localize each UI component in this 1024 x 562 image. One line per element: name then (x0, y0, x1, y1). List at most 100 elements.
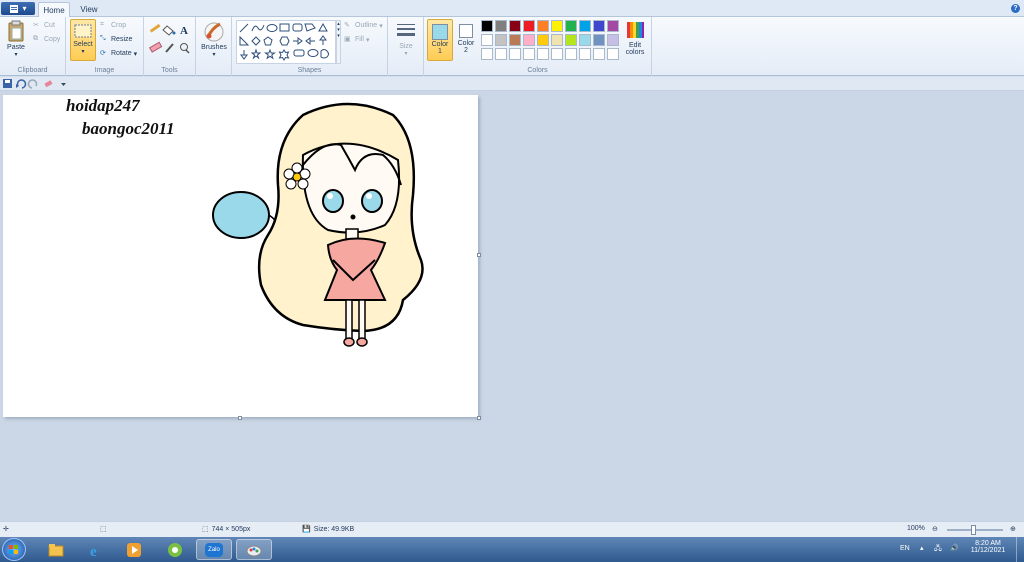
resize-button[interactable]: ⤡ Resize (100, 35, 132, 44)
ribbon-tabs: ▾ Home View ? (0, 0, 1024, 17)
palette-swatch[interactable] (565, 20, 577, 32)
outline-button[interactable]: ✎ Outline ▾ (344, 21, 383, 30)
system-tray: EN ▴ 🖧 🔊 8:20 AM 11/12/2021 (896, 537, 1024, 562)
pencil-icon[interactable] (149, 23, 161, 33)
color1-button[interactable]: Color 1 (427, 19, 453, 61)
palette-swatch[interactable] (495, 20, 507, 32)
paste-button[interactable]: Paste ▾ (4, 20, 28, 58)
oval-shape-icon (266, 24, 278, 32)
fill-bucket-icon[interactable] (162, 25, 176, 36)
scissors-icon: ✂ (33, 22, 39, 29)
resize-handle-bottom[interactable] (238, 416, 242, 420)
select-button[interactable]: Select ▾ (70, 19, 96, 61)
resize-handle-right[interactable] (477, 253, 481, 257)
zoom-in-icon[interactable]: ⊕ (1010, 525, 1016, 533)
tab-view[interactable]: View (74, 2, 104, 17)
copy-button[interactable]: ⧉ Copy (33, 35, 60, 44)
taskbar-paint[interactable] (236, 539, 272, 560)
palette-swatch[interactable] (593, 48, 605, 60)
language-indicator[interactable]: EN (900, 545, 910, 552)
palette-swatch[interactable] (523, 48, 535, 60)
group-shapes: ▴ ▾ ▾ ✎ Outline ▾ ▣ Fill ▾ Shapes (232, 17, 388, 76)
edit-colors-label-2: colors (625, 49, 645, 56)
palette-swatch[interactable] (495, 34, 507, 46)
paint-menu-button[interactable]: ▾ (1, 2, 35, 15)
cut-button[interactable]: ✂ Cut (33, 21, 55, 30)
drawing-canvas[interactable]: hoidap247 baongoc2011 (3, 95, 478, 417)
palette-swatch[interactable] (551, 34, 563, 46)
zoom-slider-thumb[interactable] (971, 525, 976, 535)
palette-swatch[interactable] (537, 34, 549, 46)
copy-icon: ⧉ (33, 35, 38, 42)
brushes-button[interactable]: Brushes ▾ (199, 20, 229, 58)
clipboard-icon (8, 20, 24, 42)
taskbar-ie[interactable]: e (78, 539, 114, 560)
palette-swatch[interactable] (537, 20, 549, 32)
palette-swatch[interactable] (481, 48, 493, 60)
palette-swatch[interactable] (579, 48, 591, 60)
volume-icon[interactable]: 🔊 (950, 544, 959, 552)
cursor-position-icon: ✛ (3, 526, 9, 533)
curve-shape-icon (251, 24, 265, 32)
palette-swatch[interactable] (551, 48, 563, 60)
eraser-icon[interactable] (148, 41, 163, 53)
start-button[interactable] (2, 538, 26, 561)
chevron-down-icon: ▾ (365, 36, 370, 44)
palette-swatch[interactable] (551, 20, 563, 32)
redo-icon[interactable] (27, 79, 38, 89)
rotate-button[interactable]: ⟳ Rotate ▾ (100, 49, 137, 58)
zalo-icon: Zalo (205, 542, 223, 557)
crop-button[interactable]: ⌗ Crop (100, 21, 126, 30)
palette-swatch[interactable] (509, 20, 521, 32)
four-point-star-shape-icon (250, 48, 262, 60)
fill-button[interactable]: ▣ Fill ▾ (344, 35, 369, 44)
palette-swatch[interactable] (593, 20, 605, 32)
customize-dropdown-icon[interactable] (61, 83, 66, 86)
tab-home[interactable]: Home (38, 2, 70, 17)
pentagon-shape-icon (263, 36, 273, 46)
palette-swatch[interactable] (523, 20, 535, 32)
palette-swatch[interactable] (495, 48, 507, 60)
show-hidden-icons-icon[interactable]: ▴ (920, 544, 924, 552)
network-icon[interactable]: 🖧 (934, 544, 942, 555)
shapes-gallery[interactable] (236, 20, 336, 64)
show-desktop-button[interactable] (1016, 537, 1024, 562)
text-icon[interactable]: A (180, 25, 188, 37)
shapes-scrollbar[interactable]: ▴ ▾ ▾ (336, 20, 341, 64)
clock[interactable]: 8:20 AM 11/12/2021 (968, 540, 1008, 554)
palette-swatch[interactable] (537, 48, 549, 60)
color-picker-icon[interactable] (165, 43, 174, 53)
palette-swatch[interactable] (481, 34, 493, 46)
size-label: Size (399, 43, 413, 50)
help-icon[interactable]: ? (1011, 4, 1020, 13)
taskbar-coccoc[interactable] (157, 539, 193, 560)
palette-swatch[interactable] (565, 48, 577, 60)
palette-swatch[interactable] (579, 20, 591, 32)
palette-swatch[interactable] (579, 34, 591, 46)
magnifier-icon[interactable] (180, 43, 190, 54)
color2-button[interactable]: Color 2 (455, 19, 477, 61)
resize-handle-corner[interactable] (477, 416, 481, 420)
taskbar-media-player[interactable] (116, 539, 152, 560)
palette-swatch[interactable] (607, 20, 619, 32)
taskbar-zalo[interactable]: Zalo (196, 539, 232, 560)
palette-swatch[interactable] (565, 34, 577, 46)
palette-swatch[interactable] (509, 48, 521, 60)
palette-swatch[interactable] (607, 34, 619, 46)
palette-swatch[interactable] (593, 34, 605, 46)
palette-swatch[interactable] (481, 20, 493, 32)
undo-icon[interactable] (16, 79, 27, 89)
palette-swatch[interactable] (523, 34, 535, 46)
taskbar-explorer[interactable] (38, 539, 74, 560)
edit-colors-button[interactable]: Edit colors (622, 20, 648, 56)
size-button[interactable]: Size ▾ (392, 21, 420, 57)
save-icon[interactable] (3, 79, 12, 88)
rectangle-shape-icon (279, 23, 290, 32)
palette-swatch[interactable] (607, 48, 619, 60)
eraser-icon[interactable] (44, 80, 53, 88)
color1-swatch (432, 24, 448, 40)
canvas-area[interactable]: hoidap247 baongoc2011 (0, 91, 1024, 521)
zoom-out-icon[interactable]: ⊖ (932, 525, 938, 533)
group-label-clipboard: Clipboard (17, 67, 48, 74)
palette-swatch[interactable] (509, 34, 521, 46)
